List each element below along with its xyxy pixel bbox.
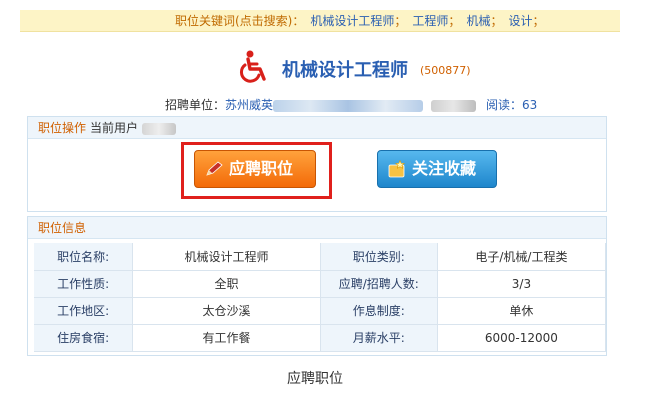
field-label: 职位类别: xyxy=(320,243,438,271)
table-row: 工作地区: 太仓沙溪 作息制度: 单休 xyxy=(34,297,606,325)
wheelchair-icon xyxy=(240,50,266,83)
favorite-job-button[interactable]: 关注收藏 xyxy=(377,150,497,188)
star-folder-icon xyxy=(388,160,405,178)
field-value: 太仓沙溪 xyxy=(132,297,321,325)
company-label: 招聘单位： xyxy=(165,98,226,112)
field-value: 有工作餐 xyxy=(132,324,321,352)
field-value: 单休 xyxy=(437,297,606,325)
field-value: 6000-12000 xyxy=(437,324,606,352)
job-code: (500877) xyxy=(420,64,471,77)
field-value: 机械设计工程师 xyxy=(132,243,321,271)
redacted-username xyxy=(142,122,177,135)
job-title: 机械设计工程师 xyxy=(282,60,408,81)
field-label: 工作性质: xyxy=(34,270,134,298)
keyword-separator: ； xyxy=(394,14,407,28)
keyword-separator: ； xyxy=(532,14,545,28)
keyword-link[interactable]: 机械设计工程师 xyxy=(310,14,394,28)
field-value: 全职 xyxy=(132,270,321,298)
field-label: 工作地区: xyxy=(34,297,134,325)
current-user-label: 当前用户 xyxy=(90,121,139,135)
redacted-text xyxy=(431,99,477,112)
keyword-separator: ； xyxy=(448,14,461,28)
read-count: 63 xyxy=(522,98,538,112)
keyword-link[interactable]: 设计 xyxy=(508,14,532,28)
keyword-separator: ； xyxy=(490,14,503,28)
field-value: 电子/机械/工程类 xyxy=(437,243,606,271)
operation-panel-title: 职位操作 xyxy=(38,121,87,135)
keyword-link[interactable]: 工程师 xyxy=(412,14,448,28)
company-info-line: 招聘单位：苏州威英 阅读：63 xyxy=(165,96,537,113)
company-name[interactable]: 苏州威英 xyxy=(225,98,273,112)
table-row: 住房食宿: 有工作餐 月薪水平: 6000-12000 xyxy=(34,324,606,352)
table-row: 职位名称: 机械设计工程师 职位类别: 电子/机械/工程类 xyxy=(34,243,606,271)
redacted-company-name xyxy=(273,99,424,112)
field-label: 作息制度: xyxy=(320,297,438,325)
job-title-area: 机械设计工程师 (500877) xyxy=(20,44,620,104)
apply-button-label: 应聘职位 xyxy=(229,159,294,178)
info-panel-header: 职位信息 xyxy=(28,217,606,239)
field-label: 月薪水平: xyxy=(320,324,438,352)
job-info-panel: 职位信息 职位名称: 机械设计工程师 职位类别: 电子/机械/工程类 工作性质:… xyxy=(27,216,607,356)
field-label: 职位名称: xyxy=(34,243,134,271)
field-value: 3/3 xyxy=(437,270,606,298)
favorite-button-label: 关注收藏 xyxy=(412,159,477,178)
operation-panel-header: 职位操作 当前用户 xyxy=(28,117,606,139)
job-info-table: 职位名称: 机械设计工程师 职位类别: 电子/机械/工程类 工作性质: 全职 应… xyxy=(34,243,606,352)
image-caption: 应聘职位 xyxy=(287,371,343,387)
read-count-label: 阅读： xyxy=(486,98,523,112)
keyword-label: 职位关键词(点击搜索)： xyxy=(175,14,305,28)
pencil-icon xyxy=(206,161,223,176)
keyword-bar: 职位关键词(点击搜索)： 机械设计工程师； 工程师； 机械； 设计； xyxy=(20,10,620,32)
keyword-link[interactable]: 机械 xyxy=(466,14,490,28)
field-label: 住房食宿: xyxy=(34,324,134,352)
field-label: 应聘/招聘人数: xyxy=(320,270,438,298)
table-row: 工作性质: 全职 应聘/招聘人数: 3/3 xyxy=(34,270,606,298)
apply-job-button[interactable]: 应聘职位 xyxy=(194,150,316,188)
